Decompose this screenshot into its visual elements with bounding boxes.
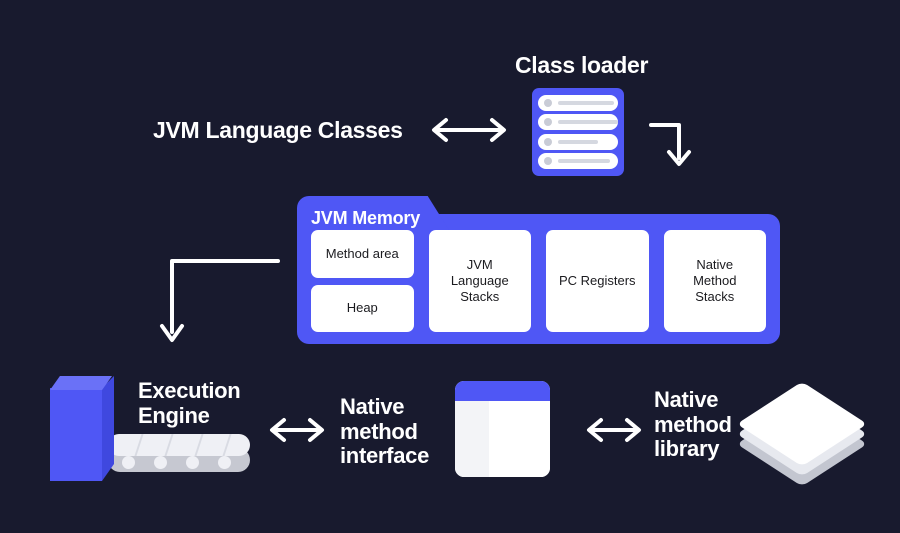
jvm-memory-column: Native Method Stacks [663, 230, 766, 332]
window-sidebar [455, 401, 489, 477]
arrow-engine-to-interface-icon [270, 418, 324, 442]
class-loader-row-dot-icon [544, 137, 552, 146]
class-loader-row-bar [558, 120, 618, 125]
memory-card-heap: Heap [311, 284, 414, 332]
memory-card-method-area: Method area [311, 230, 414, 278]
belt-roller-icon [154, 456, 167, 469]
arrow-classes-to-classloader-icon [432, 118, 506, 142]
belt-roller-icon [186, 456, 199, 469]
execution-engine-label: Execution Engine [138, 378, 241, 428]
arrow-classloader-to-memory-icon [649, 123, 691, 166]
class-loader-row-dot-icon [544, 118, 552, 127]
cube-front-face [50, 388, 102, 481]
jvm-language-classes-label: JVM Language Classes [153, 117, 403, 143]
native-method-library-label: Native method library [654, 387, 732, 462]
cube-side-face [102, 376, 114, 481]
diagram-canvas: Class loader JVM Language Classes JVM Me… [0, 0, 900, 533]
class-loader-row-bar [558, 101, 614, 105]
belt-seam [222, 434, 232, 456]
class-loader-label: Class loader [515, 52, 649, 78]
class-loader-row [538, 95, 618, 111]
jvm-memory-column: PC Registers [546, 230, 649, 332]
memory-card-pc-registers: PC Registers [546, 230, 649, 332]
class-loader-row-bar [558, 158, 610, 163]
belt-roller-icon [218, 456, 231, 469]
window-title-bar [455, 381, 550, 401]
class-loader-row [538, 152, 618, 169]
memory-card-native-method-stacks: Native Method Stacks [663, 230, 766, 332]
belt-seam [164, 434, 174, 456]
class-loader-row-bar [558, 139, 598, 144]
belt-seam [194, 434, 204, 456]
class-loader-icon [532, 88, 624, 176]
arrow-interface-to-library-icon [587, 418, 641, 442]
window-body [455, 401, 550, 477]
belt-surface [108, 434, 250, 456]
memory-card-jvm-language-stacks: JVM Language Stacks [428, 230, 531, 332]
window-content [489, 401, 550, 477]
class-loader-row-dot-icon [544, 99, 552, 107]
native-method-interface-label: Native method interface [340, 394, 430, 469]
jvm-memory-cards: Method area Heap JVM Language Stacks PC … [311, 230, 766, 332]
belt-roller-icon [122, 456, 135, 469]
belt-seam [134, 434, 144, 456]
arrow-memory-to-execution-engine-icon [160, 259, 280, 342]
execution-cube-icon [50, 376, 114, 481]
conveyor-belt-icon [108, 434, 250, 472]
jvm-memory-column: Method area Heap [311, 230, 414, 332]
jvm-memory-title: JVM Memory [311, 208, 421, 228]
native-method-interface-icon [455, 381, 550, 477]
class-loader-row-dot-icon [544, 156, 552, 165]
class-loader-row [538, 133, 618, 150]
jvm-memory-column: JVM Language Stacks [428, 230, 531, 332]
native-method-library-icon [736, 381, 868, 487]
cube-top-face [50, 376, 112, 390]
class-loader-row [538, 114, 618, 131]
